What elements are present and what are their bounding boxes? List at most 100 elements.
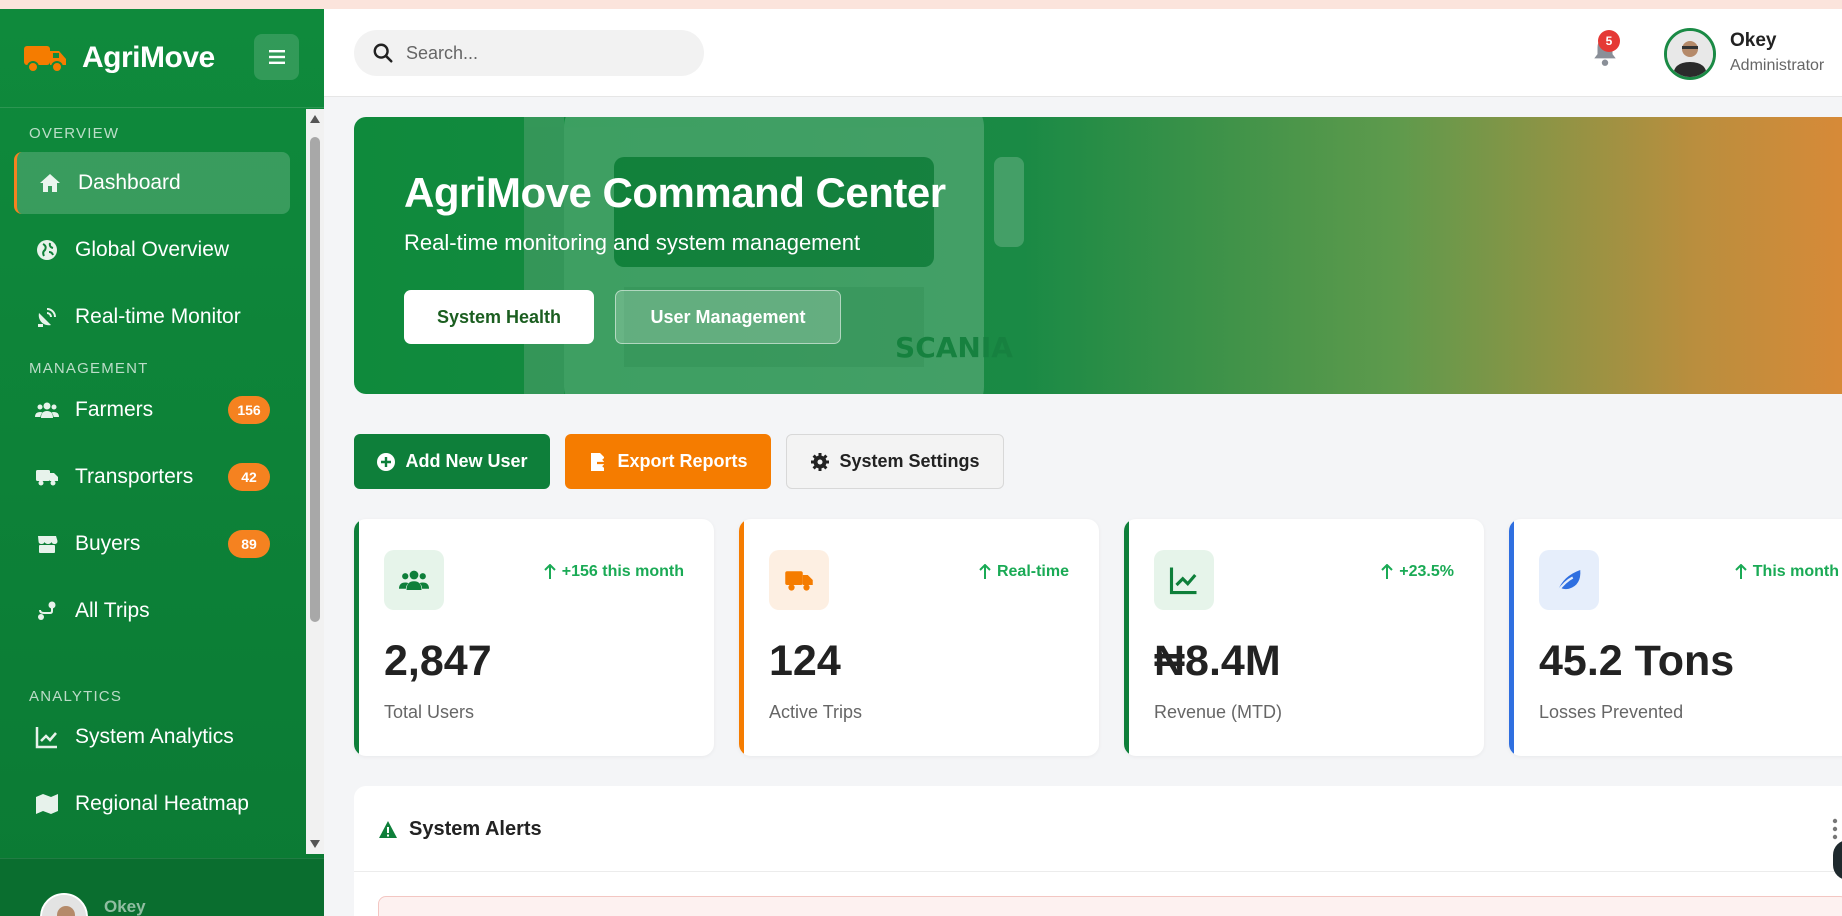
stat-card-total-users[interactable]: +156 this month 2,847 Total Users xyxy=(354,519,714,756)
trend-indicator: Real-time xyxy=(978,563,1069,581)
sidebar-item-label: System Analytics xyxy=(75,725,234,748)
page-subtitle: Real-time monitoring and system manageme… xyxy=(404,230,861,255)
trend-text: This month xyxy=(1752,563,1839,580)
stat-label: Total Users xyxy=(384,702,475,722)
map-icon xyxy=(33,790,61,818)
stat-value: ₦8.4M xyxy=(1154,637,1281,685)
user-role: Administrator xyxy=(1730,57,1825,74)
card-accent-edge xyxy=(1124,519,1129,756)
sidebar-item-label: Global Overview xyxy=(75,238,230,261)
sidebar-footer: Okey xyxy=(0,858,324,916)
stat-value: 45.2 Tons xyxy=(1539,637,1735,685)
stat-label: Losses Prevented xyxy=(1539,702,1684,722)
sidebar-item-label: Real-time Monitor xyxy=(75,305,241,328)
section-label-management: MANAGEMENT xyxy=(29,360,149,377)
scrollbar-thumb[interactable] xyxy=(310,137,320,622)
sidebar-item-regional-heatmap[interactable]: Regional Heatmap xyxy=(14,773,290,835)
arrow-up-icon xyxy=(1381,564,1393,579)
sidebar-item-realtime-monitor[interactable]: Real-time Monitor xyxy=(14,286,290,348)
trend-text: +156 this month xyxy=(561,563,684,580)
sidebar-item-label: All Trips xyxy=(75,599,150,622)
home-icon xyxy=(36,169,64,197)
trend-text: Real-time xyxy=(996,563,1069,580)
gear-icon xyxy=(811,452,830,471)
hero-banner: SCANIA AgriMove Command Center Real-time… xyxy=(354,117,1842,394)
sidebar-item-label: Farmers xyxy=(75,398,154,421)
sidebar-item-buyers[interactable]: Buyers 89 xyxy=(14,513,290,575)
footer-user-name: Okey xyxy=(104,897,146,916)
satellite-dish-icon xyxy=(33,303,61,331)
trend-indicator: +156 this month xyxy=(543,563,684,581)
scania-text: SCANIA xyxy=(895,331,1013,364)
hamburger-icon xyxy=(268,50,285,64)
store-icon xyxy=(33,530,61,558)
stat-card-losses-prevented[interactable]: This month 45.2 Tons Losses Prevented xyxy=(1509,519,1842,756)
system-alerts-panel: System Alerts xyxy=(354,786,1842,916)
section-label-analytics: ANALYTICS xyxy=(29,688,123,705)
scroll-up-arrow-icon[interactable] xyxy=(310,115,320,123)
search-bar[interactable] xyxy=(354,30,704,76)
system-settings-button[interactable]: System Settings xyxy=(786,434,1004,489)
globe-icon xyxy=(33,236,61,264)
sidebar-item-global-overview[interactable]: Global Overview xyxy=(14,219,290,281)
chart-line-icon xyxy=(1154,550,1214,610)
sidebar-item-all-trips[interactable]: All Trips xyxy=(14,580,290,642)
alerts-header: System Alerts xyxy=(354,786,1842,872)
stat-label: Active Trips xyxy=(769,702,863,722)
arrow-up-icon xyxy=(979,564,991,579)
add-new-user-button[interactable]: Add New User xyxy=(354,434,550,489)
stat-card-active-trips[interactable]: Real-time 124 Active Trips xyxy=(739,519,1099,756)
stat-card-revenue[interactable]: +23.5% ₦8.4M Revenue (MTD) xyxy=(1124,519,1484,756)
sidebar-item-system-analytics[interactable]: System Analytics xyxy=(14,706,290,768)
stat-label: Revenue (MTD) xyxy=(1154,702,1283,722)
sidebar-item-label: Dashboard xyxy=(78,171,181,194)
buyers-count-badge: 89 xyxy=(228,530,270,558)
sidebar-item-transporters[interactable]: Transporters 42 xyxy=(14,446,290,508)
page-title: AgriMove Command Center xyxy=(404,169,946,216)
warning-triangle-icon xyxy=(379,821,397,838)
trend-indicator: This month xyxy=(1734,563,1839,581)
avatar[interactable] xyxy=(40,893,88,916)
user-management-button[interactable]: User Management xyxy=(615,290,841,344)
users-icon xyxy=(33,396,61,424)
sidebar-item-label: Transporters xyxy=(75,465,194,488)
sidebar-item-farmers[interactable]: Farmers 156 xyxy=(14,379,290,441)
card-accent-edge xyxy=(1509,519,1514,756)
stat-value: 124 xyxy=(769,637,841,685)
menu-toggle-button[interactable] xyxy=(254,34,299,80)
top-header: 5 Okey Administrator xyxy=(324,9,1842,97)
alerts-title: System Alerts xyxy=(409,818,542,840)
truck-icon xyxy=(769,550,829,610)
sidebar-scrollbar[interactable] xyxy=(306,109,324,854)
file-export-icon xyxy=(591,452,609,471)
system-settings-label: System Settings xyxy=(839,451,980,471)
leaf-icon xyxy=(1539,550,1599,610)
notification-count-badge: 5 xyxy=(1598,30,1620,52)
app-name: AgriMove xyxy=(82,41,215,74)
transporters-count-badge: 42 xyxy=(228,463,270,491)
alert-item[interactable] xyxy=(378,896,1842,916)
sidebar-item-label: Regional Heatmap xyxy=(75,792,249,815)
system-health-button[interactable]: System Health xyxy=(404,290,594,344)
chart-line-icon xyxy=(33,723,61,751)
add-new-user-label: Add New User xyxy=(405,451,528,471)
export-reports-label: Export Reports xyxy=(617,451,748,471)
user-name: Okey xyxy=(1730,30,1777,51)
farmers-count-badge: 156 xyxy=(228,396,270,424)
scroll-down-arrow-icon[interactable] xyxy=(310,840,320,848)
user-avatar[interactable] xyxy=(1664,28,1716,80)
card-accent-edge xyxy=(739,519,744,756)
sidebar-item-label: Buyers xyxy=(75,532,141,555)
search-icon xyxy=(373,43,393,63)
card-accent-edge xyxy=(354,519,359,756)
more-options-icon[interactable] xyxy=(1832,818,1838,840)
stat-value: 2,847 xyxy=(384,637,492,685)
export-reports-button[interactable]: Export Reports xyxy=(565,434,771,489)
trend-indicator: +23.5% xyxy=(1380,563,1454,581)
sidebar-item-dashboard[interactable]: Dashboard xyxy=(14,152,290,214)
trend-text: +23.5% xyxy=(1399,563,1454,580)
truck-logo-icon xyxy=(22,41,70,75)
plus-circle-icon xyxy=(377,452,396,471)
search-input[interactable] xyxy=(406,42,686,64)
users-icon xyxy=(384,550,444,610)
